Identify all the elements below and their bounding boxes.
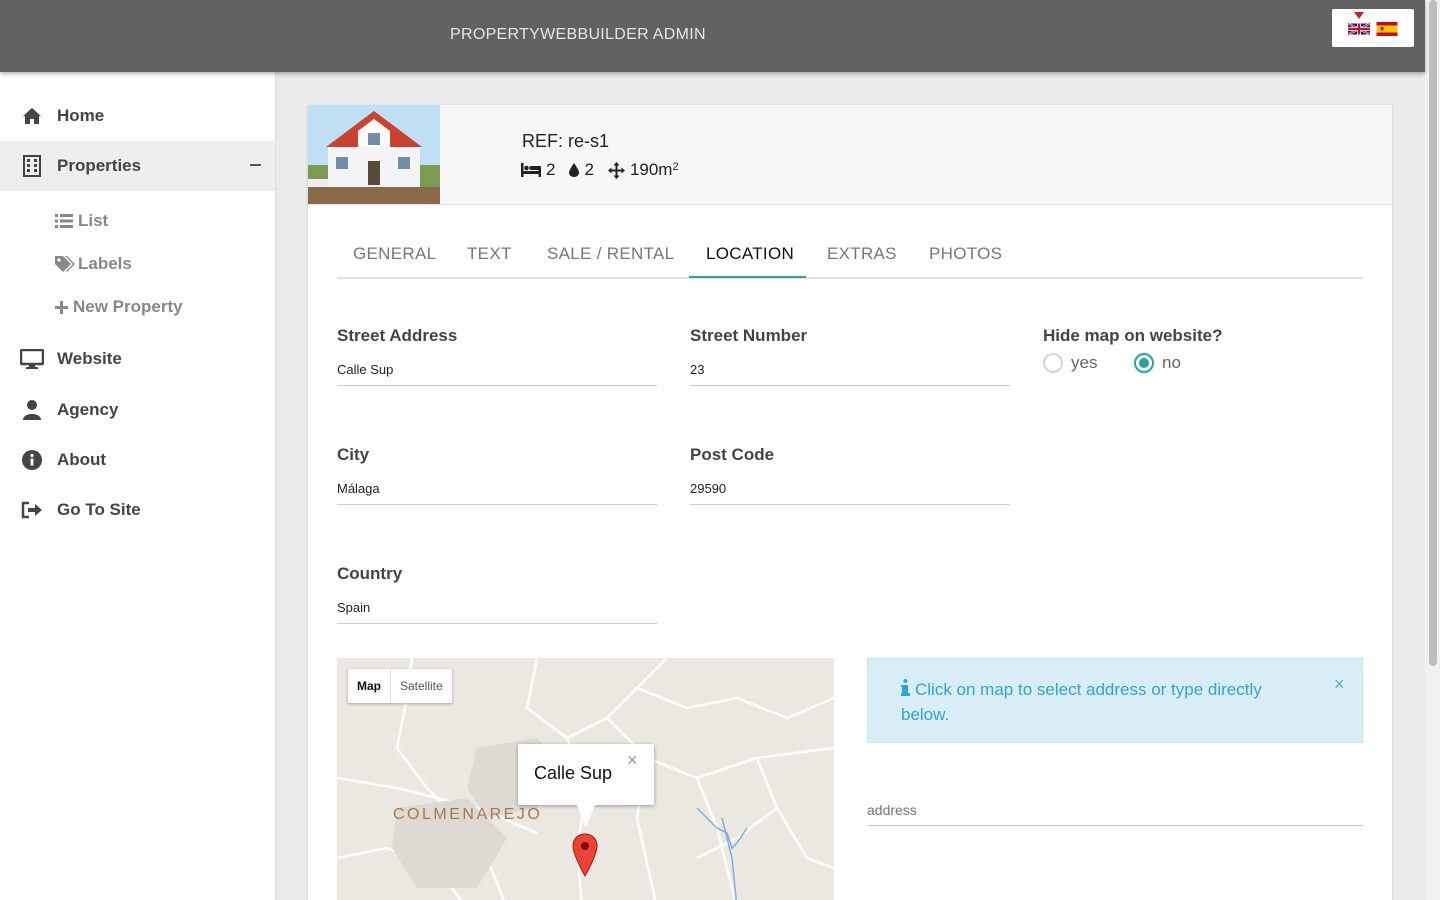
sidebar-item-label: Properties	[57, 156, 142, 175]
sidebar-item-about[interactable]: About	[0, 435, 275, 485]
sidebar-item-properties[interactable]: Properties	[0, 141, 275, 191]
area-stat: 190m 2	[607, 160, 679, 180]
hide-map-label: Hide map on website?	[1043, 326, 1223, 345]
property-edit-card: REF: re-s1 2 2 190m 2 GENERAL TEXT SALE /…	[308, 105, 1392, 900]
map-type-map-button[interactable]: Map	[348, 669, 390, 703]
top-bar: PROPERTYWEBBUILDER ADMIN	[0, 0, 1425, 72]
home-icon	[20, 104, 44, 128]
user-icon	[20, 398, 44, 422]
sidebar-item-agency[interactable]: Agency	[0, 385, 275, 435]
active-tab-indicator	[689, 276, 806, 278]
building-icon	[20, 154, 44, 178]
sidebar-item-label: Go To Site	[57, 500, 141, 519]
street-address-label: Street Address	[337, 326, 458, 345]
plus-icon	[55, 298, 70, 316]
drop-icon	[569, 163, 580, 177]
street-number-label: Street Number	[690, 326, 808, 345]
tab-location[interactable]: LOCATION	[706, 244, 794, 287]
sidebar-subitem-list[interactable]: List	[55, 206, 108, 236]
bedrooms-count: 2	[546, 160, 556, 179]
tab-extras[interactable]: EXTRAS	[827, 244, 897, 287]
sidebar-subitem-new-property[interactable]: New Property	[55, 292, 183, 322]
bed-icon	[521, 163, 541, 177]
sidebar-item-label: Home	[57, 106, 105, 125]
info-window-text: Calle Sup	[534, 763, 613, 783]
street-number-field[interactable]: 23	[690, 356, 1010, 386]
radio-circle-checked	[1134, 353, 1154, 373]
sign-out-icon	[20, 498, 44, 522]
tags-icon	[55, 255, 75, 273]
desktop-icon	[20, 347, 44, 371]
list-icon	[55, 212, 75, 230]
sidebar-subitem-label: Labels	[78, 254, 132, 273]
alert-message: Click on map to select address or type d…	[901, 680, 1262, 724]
sidebar-subitem-label: List	[78, 211, 109, 230]
tab-general[interactable]: GENERAL	[353, 244, 436, 287]
active-language-marker	[1354, 12, 1364, 19]
sidebar-item-website[interactable]: Website	[0, 334, 275, 384]
street-address-field[interactable]: Calle Sup	[337, 356, 657, 386]
property-reference: REF: re-s1	[522, 131, 610, 151]
page-scrollbar[interactable]	[1425, 0, 1440, 900]
spain-flag-icon[interactable]	[1376, 22, 1398, 36]
area-value: 190m	[629, 160, 673, 179]
property-thumbnail[interactable]	[308, 105, 440, 204]
country-label: Country	[337, 564, 403, 583]
post-code-label: Post Code	[690, 445, 775, 464]
sidebar: Home Properties List Labels New Property…	[0, 72, 276, 900]
bedrooms-stat: 2	[521, 160, 555, 180]
property-summary: REF: re-s1 2 2 190m 2	[308, 105, 1392, 205]
location-map[interactable]: Map Satellite COLMENAREJO Calle Sup ×	[337, 658, 834, 900]
post-code-field[interactable]: 29590	[690, 475, 1010, 505]
collapse-icon[interactable]	[250, 164, 261, 166]
bathrooms-stat: 2	[569, 160, 594, 180]
sidebar-item-label: About	[57, 450, 107, 469]
map-hint-alert: Click on map to select address or type d…	[867, 658, 1363, 743]
alert-text: Click on map to select address or type d…	[901, 677, 1301, 727]
sidebar-item-label: Website	[57, 349, 122, 368]
tab-text[interactable]: TEXT	[467, 244, 512, 287]
radio-label: no	[1162, 353, 1181, 372]
tab-photos[interactable]: PHOTOS	[929, 244, 1002, 287]
alert-close-icon[interactable]: ×	[1334, 674, 1345, 695]
language-switcher	[1332, 9, 1414, 47]
map-marker-icon[interactable]	[572, 833, 598, 877]
city-field[interactable]: Málaga	[337, 475, 657, 505]
sidebar-subitem-label: New Property	[73, 297, 183, 316]
country-field[interactable]: Spain	[337, 594, 657, 624]
map-town-label: COLMENAREJO	[393, 806, 543, 823]
hide-map-no-radio[interactable]: no	[1134, 353, 1181, 373]
address-search-input[interactable]	[867, 795, 1363, 826]
info-window-close-icon[interactable]: ×	[627, 750, 638, 771]
hide-map-yes-radio[interactable]: yes	[1043, 353, 1097, 373]
info-icon	[20, 448, 44, 472]
tab-sale-rental[interactable]: SALE / RENTAL	[547, 244, 674, 287]
sidebar-item-go-to-site[interactable]: Go To Site	[0, 485, 275, 535]
map-info-window: Calle Sup ×	[518, 744, 654, 805]
sidebar-item-label: Agency	[57, 400, 119, 419]
property-stats: 2 2 190m 2	[521, 160, 693, 180]
area-unit-superscript: 2	[672, 161, 679, 173]
map-type-satellite-button[interactable]: Satellite	[390, 669, 452, 703]
scrollbar-thumb[interactable]	[1429, 0, 1437, 666]
city-label: City	[337, 445, 370, 464]
arrows-icon	[607, 161, 625, 179]
property-tabs: GENERAL TEXT SALE / RENTAL LOCATION EXTR…	[337, 236, 1363, 279]
sidebar-item-home[interactable]: Home	[0, 91, 275, 141]
bathrooms-count: 2	[584, 160, 594, 179]
radio-circle	[1043, 353, 1063, 373]
radio-label: yes	[1071, 353, 1098, 372]
info-window-tail	[577, 805, 595, 827]
map-type-control: Map Satellite	[348, 669, 452, 703]
uk-flag-icon[interactable]	[1348, 22, 1370, 36]
app-title: PROPERTYWEBBUILDER ADMIN	[450, 26, 706, 43]
sidebar-subitem-labels[interactable]: Labels	[55, 249, 132, 279]
